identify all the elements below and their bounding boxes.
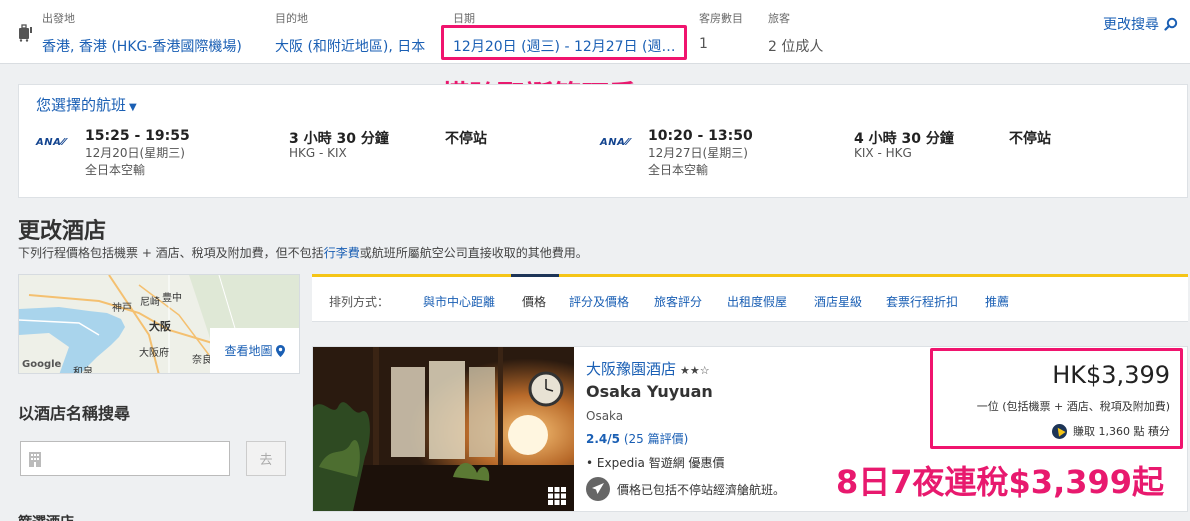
flight-note-text: 價格已包括不停站經濟艙航班。: [617, 482, 786, 497]
origin-field[interactable]: 出發地 香港, 香港 (HKG-香港國際機場): [42, 10, 242, 56]
origin-value[interactable]: 香港, 香港 (HKG-香港國際機場): [42, 36, 242, 56]
selected-flights-card: 您選擇的航班 ▼ ANA⁄⁄ 15:25 - 19:55 12月20日(星期三) …: [18, 84, 1188, 198]
date-label: 日期: [453, 12, 475, 25]
hotel-rating[interactable]: 2.4/5 (25 篇評價): [586, 430, 688, 447]
destination-label: 目的地: [275, 12, 308, 25]
map-label: 尼崎: [140, 297, 160, 308]
origin-label: 出發地: [42, 12, 75, 25]
map-label: 豊中: [162, 293, 182, 304]
map-label: 神戸: [112, 303, 132, 314]
review-count[interactable]: (25 篇評價): [624, 432, 688, 446]
search-summary-bar: 出發地 香港, 香港 (HKG-香港國際機場) 目的地 大阪 (和附近地區), …: [0, 0, 1190, 64]
destination-value[interactable]: 大阪 (和附近地區), 日本: [275, 36, 425, 56]
rewards-icon: [1052, 423, 1068, 439]
sort-label: 排列方式：: [329, 295, 390, 309]
search-by-name-title: 以酒店名稱搜尋: [18, 404, 131, 423]
sort-option-price[interactable]: 價格: [522, 293, 546, 310]
sort-option-guest-rating[interactable]: 旅客評分: [654, 293, 702, 310]
selected-flights-toggle[interactable]: 您選擇的航班 ▼: [36, 94, 137, 115]
sort-bar: 排列方式： 與市中心距離 價格 評分及價格 旅客評分 出租度假屋 酒店星級 套票…: [312, 274, 1188, 322]
hotel-photo[interactable]: [313, 347, 574, 511]
return-airline: 全日本空輸: [648, 163, 709, 177]
return-route: KIX - HKG: [854, 146, 912, 160]
go-button[interactable]: 去: [246, 441, 286, 476]
outbound-route: HKG - KIX: [289, 146, 347, 160]
rooms-field: 客房數目 1: [699, 10, 743, 52]
destination-field[interactable]: 目的地 大阪 (和附近地區), 日本: [275, 10, 425, 56]
hotel-photo-image: [313, 347, 574, 511]
ana-logo-outbound: ANA⁄⁄: [36, 137, 66, 148]
price-annotation: 8日7夜連稅$3,399起: [836, 463, 1165, 501]
outbound-stops: 不停站: [445, 131, 487, 147]
return-stops: 不停站: [1009, 131, 1051, 147]
view-map-label[interactable]: 查看地圖: [224, 342, 272, 359]
hotel-price[interactable]: HK$3,399: [1052, 361, 1170, 389]
reward-points-text: 賺取 1,360 點 積分: [1073, 425, 1170, 438]
rooms-label: 客房數目: [699, 12, 743, 25]
ana-logo-return: ANA⁄⁄: [600, 137, 630, 148]
hotel-city: Osaka: [586, 409, 624, 423]
change-search-link[interactable]: 更改搜尋: [1103, 14, 1178, 34]
building-icon: [29, 452, 41, 467]
sort-active-indicator: [511, 274, 559, 277]
hotel-english-name: Osaka Yuyuan: [586, 382, 713, 401]
change-hotel-description: 下列行程價格包括機票 + 酒店、稅項及附加費，但不包括行李費或航班所屬航空公司直…: [18, 246, 588, 260]
hotel-map[interactable]: 神戸 尼崎 豊中 大阪 大阪府 奈良 和泉 Google 查看地圖: [18, 274, 300, 374]
return-date: 12月27日(星期三): [648, 146, 748, 160]
map-pin-icon[interactable]: [275, 344, 285, 357]
filter-hotels-title: 篩選酒店: [18, 512, 74, 521]
rooms-value: 1: [699, 36, 708, 52]
sort-option-rating-price[interactable]: 評分及價格: [569, 293, 629, 310]
expedia-deal: • Expedia 智遊網 優惠價: [586, 456, 725, 470]
sort-option-star-rating[interactable]: 酒店星級: [814, 293, 862, 310]
return-time: 10:20 - 13:50: [648, 128, 753, 144]
sort-option-distance[interactable]: 與市中心距離: [423, 293, 495, 310]
sort-option-recommended[interactable]: 推薦: [985, 293, 1009, 310]
sort-option-package-discount[interactable]: 套票行程折扣: [886, 293, 958, 310]
airplane-icon: [586, 477, 610, 501]
map-label: 奈良: [192, 355, 212, 366]
gallery-grid-icon[interactable]: [548, 487, 566, 505]
map-label: 大阪: [149, 320, 171, 333]
price-highlight-box: HK$3,399 一位 (包括機票 + 酒店、稅項及附加費) 賺取 1,360 …: [930, 348, 1183, 449]
change-hotel-title: 更改酒店: [18, 219, 107, 244]
star-rating-icon: ★★☆: [680, 364, 710, 377]
travelers-value: 2 位成人: [768, 39, 824, 55]
outbound-date: 12月20日(星期三): [85, 146, 185, 160]
hotel-name-link[interactable]: 大阪豫園酒店 ★★☆: [586, 358, 710, 379]
change-search-label[interactable]: 更改搜尋: [1103, 14, 1159, 34]
hotel-name-input[interactable]: [20, 441, 230, 476]
selected-flights-title[interactable]: 您選擇的航班: [36, 96, 126, 114]
google-logo: Google: [22, 359, 62, 370]
outbound-time: 15:25 - 19:55: [85, 128, 190, 144]
chevron-down-icon[interactable]: ▼: [129, 102, 137, 113]
baggage-fee-link[interactable]: 行李費: [324, 246, 360, 260]
search-icon[interactable]: [1164, 17, 1178, 31]
travelers-field: 旅客 2 位成人: [768, 10, 823, 56]
travelers-label: 旅客: [768, 12, 790, 25]
sort-option-vacation-rentals[interactable]: 出租度假屋: [727, 293, 787, 310]
map-label: 和泉: [73, 367, 93, 374]
price-description: 一位 (包括機票 + 酒店、稅項及附加費): [976, 400, 1170, 413]
reward-points: 賺取 1,360 點 積分: [1052, 423, 1170, 439]
view-map-button[interactable]: 查看地圖: [210, 328, 299, 373]
date-highlight-box: [441, 25, 687, 60]
flight-included-note: 價格已包括不停站經濟艙航班。: [586, 477, 785, 501]
luggage-icon: [19, 24, 32, 42]
outbound-airline: 全日本空輸: [85, 163, 146, 177]
map-label: 大阪府: [139, 348, 169, 359]
